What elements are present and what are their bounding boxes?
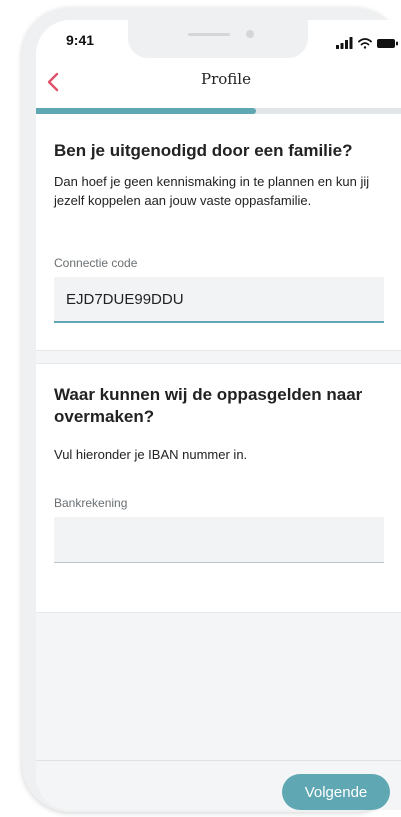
progress-fill: [36, 108, 257, 114]
connection-code-label: Connectie code: [54, 256, 138, 270]
camera-dot: [246, 30, 254, 38]
invite-section-title: Ben je uitgenodigd door een familie?: [54, 141, 353, 160]
invite-section-description: Dan hoef je geen kennismaking in te plan…: [54, 174, 370, 208]
speaker-grille: [188, 33, 230, 36]
phone-notch: [128, 20, 308, 58]
status-time: 9:41: [66, 32, 95, 48]
connection-code-input[interactable]: [54, 277, 384, 323]
progress-bar: [36, 108, 401, 114]
signal-icon: [336, 37, 353, 49]
battery-icon: [377, 39, 398, 48]
footer-divider: [36, 760, 401, 761]
app-header: Profile: [36, 64, 401, 104]
phone-frame: 9:41 Profile Ben je uitgenodigd door een…: [22, 8, 401, 812]
bank-account-label: Bankrekening: [54, 496, 128, 510]
bank-account-input[interactable]: [54, 517, 384, 563]
app-screen: 9:41 Profile Ben je uitgenodigd door een…: [36, 20, 401, 810]
page-title: Profile: [201, 70, 251, 88]
next-button[interactable]: Volgende: [282, 774, 390, 810]
bank-section-title: Waar kunnen wij de oppasgelden naar over…: [54, 385, 363, 426]
wifi-icon: [358, 38, 372, 49]
status-icons: [336, 36, 401, 49]
bank-section-description: Vul hieronder je IBAN nummer in.: [54, 447, 248, 462]
section-divider: [36, 350, 401, 364]
